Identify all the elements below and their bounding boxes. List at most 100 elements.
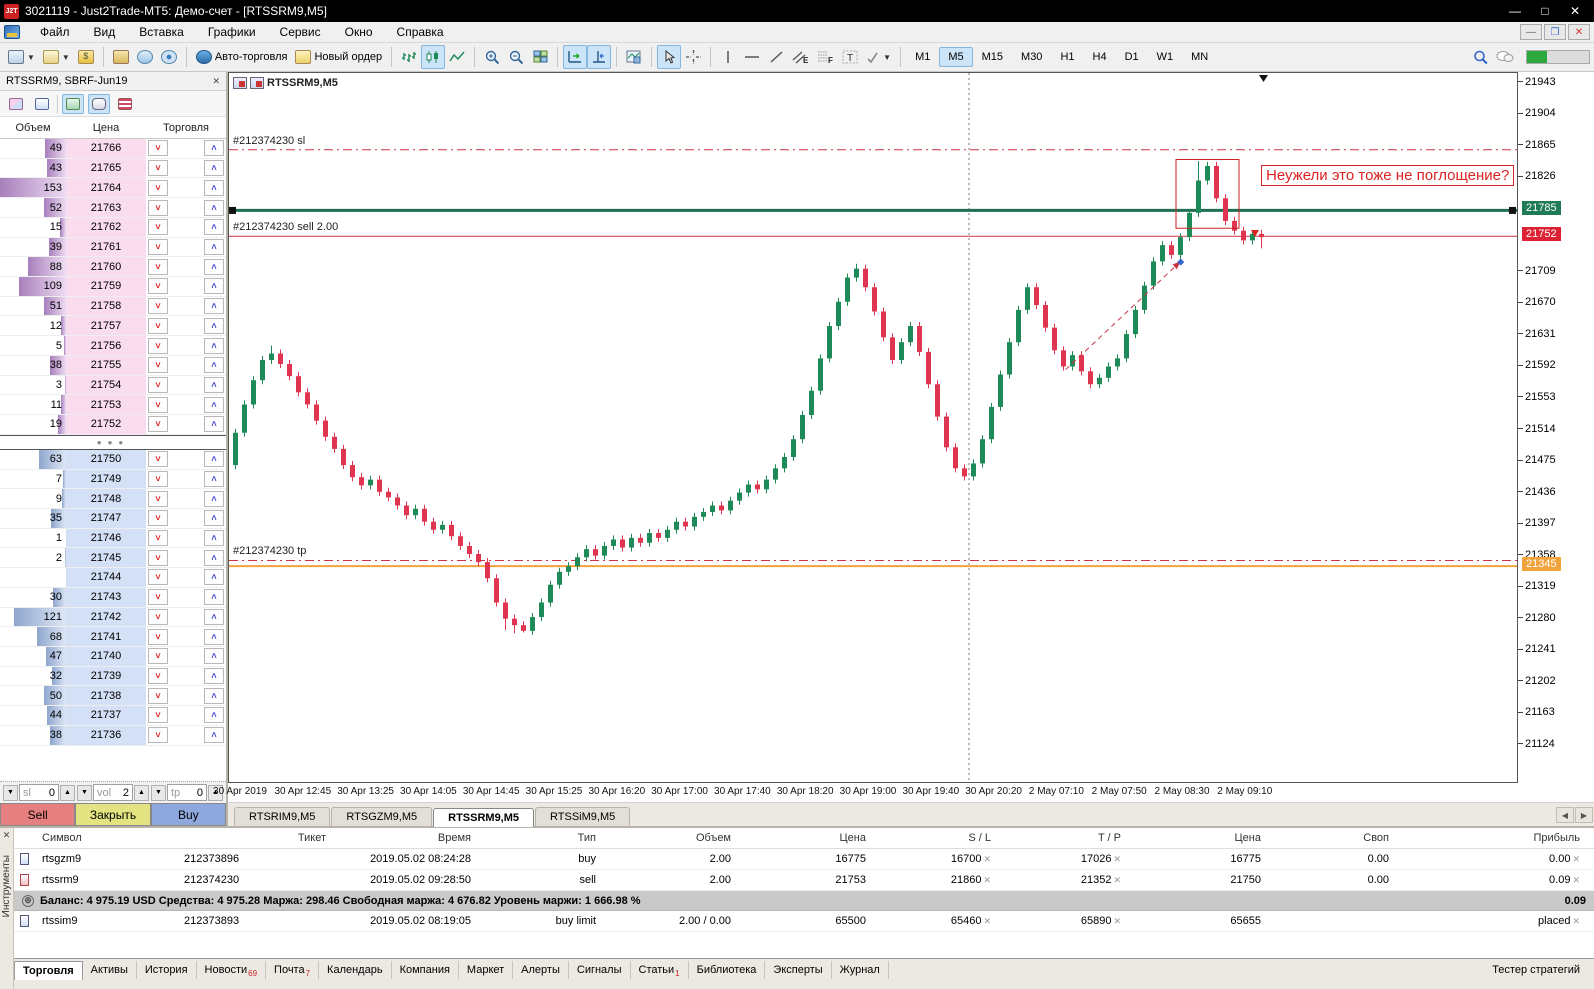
dom-price-cell[interactable]: 21745 xyxy=(66,548,146,568)
menu-item-Вставка[interactable]: Вставка xyxy=(127,23,196,41)
dom-sell-arrow-button[interactable]: ˅ xyxy=(148,549,168,566)
candles-chart-button[interactable] xyxy=(421,45,446,69)
timeframe-M1[interactable]: M1 xyxy=(906,47,939,67)
dom-buy-arrow-button[interactable]: ˄ xyxy=(204,140,224,157)
dom-sell-arrow-button[interactable]: ˅ xyxy=(148,608,168,625)
dom-sell-arrow-button[interactable]: ˅ xyxy=(148,589,168,606)
dom-depth-toggle-button[interactable] xyxy=(88,93,110,114)
dom-buy-arrow-button[interactable]: ˄ xyxy=(204,238,224,255)
timeframe-D1[interactable]: D1 xyxy=(1116,47,1148,67)
time-axis[interactable]: 30 Apr 2019 30 Apr 12:45 30 Apr 13:25 30 Ap… xyxy=(213,783,1594,803)
toolbox-close-icon[interactable]: ✕ xyxy=(3,830,11,841)
chart-text-annotation[interactable]: Неужели это тоже не поглощение? xyxy=(1261,165,1515,186)
toolbox-tab-Маркет[interactable]: Маркет xyxy=(459,961,514,979)
tp-value[interactable]: 0 xyxy=(197,787,203,799)
dom-price-cell[interactable]: 21738 xyxy=(66,686,146,706)
dom-buy-arrow-button[interactable]: ˄ xyxy=(204,258,224,275)
table-row[interactable]: rtsgzm9 212373896 2019.05.02 08:24:28 buy 2.… xyxy=(14,849,1594,870)
chart-tab-RTSSiM9,M5[interactable]: RTSSiM9,M5 xyxy=(535,807,631,826)
dom-price-cell[interactable]: 21747 xyxy=(66,508,146,528)
dom-price-cell[interactable]: 21759 xyxy=(66,277,146,296)
toolbox-tab-Новости[interactable]: Новости 69 xyxy=(197,961,267,979)
timeframe-H4[interactable]: H4 xyxy=(1084,47,1116,67)
chart-shift-button[interactable] xyxy=(587,45,612,69)
dom-buy-arrow-button[interactable]: ˄ xyxy=(204,569,224,586)
toolbox-tab-Компания[interactable]: Компания xyxy=(392,961,459,979)
line-chart-button[interactable] xyxy=(445,45,469,69)
dom-buy-arrow-button[interactable]: ˄ xyxy=(204,219,224,236)
dom-buy-arrow-button[interactable]: ˄ xyxy=(204,376,224,393)
dom-sell-arrow-button[interactable]: ˅ xyxy=(148,357,168,374)
timeframe-M5[interactable]: M5 xyxy=(939,47,973,67)
dom-buy-arrow-button[interactable]: ˄ xyxy=(204,396,224,413)
remove-tp-icon[interactable]: ✕ xyxy=(1113,854,1121,864)
dom-sell-arrow-button[interactable]: ˅ xyxy=(148,510,168,527)
dom-price-cell[interactable]: 21737 xyxy=(66,706,146,725)
price-axis[interactable]: 21943 21904 21865 21826 21709 21670 21631 21592… xyxy=(1518,72,1594,783)
dom-buy-arrow-button[interactable]: ˄ xyxy=(204,199,224,216)
toolbox-tab-Библиотека[interactable]: Библиотека xyxy=(689,961,766,979)
dom-sell-arrow-button[interactable]: ˅ xyxy=(148,416,168,433)
dom-sell-arrow-button[interactable]: ˅ xyxy=(148,258,168,275)
timeframe-M30[interactable]: M30 xyxy=(1012,47,1051,67)
remove-sl-icon[interactable]: ✕ xyxy=(983,916,991,926)
chart-tab-RTSSRM9,M5[interactable]: RTSSRM9,M5 xyxy=(433,808,535,827)
chart-tab-RTSGZM9,M5[interactable]: RTSGZM9,M5 xyxy=(331,807,433,826)
chart-tabs-scroll-left-icon[interactable]: ◀ xyxy=(1556,807,1574,823)
dom-price-cell[interactable]: 21753 xyxy=(66,395,146,415)
dom-price-cell[interactable]: 21746 xyxy=(66,528,146,548)
arrows-tool-button[interactable]: ▼ xyxy=(862,45,895,69)
dom-sell-arrow-button[interactable]: ˅ xyxy=(148,727,168,744)
dom-sell-arrow-button[interactable]: ˅ xyxy=(148,140,168,157)
dom-sell-arrow-button[interactable]: ˅ xyxy=(148,199,168,216)
mdi-restore-button[interactable]: ❐ xyxy=(1544,24,1566,40)
dom-price-cell[interactable]: 21742 xyxy=(66,607,146,627)
dom-sell-arrow-button[interactable]: ˅ xyxy=(148,337,168,354)
dom-buy-arrow-button[interactable]: ˄ xyxy=(204,179,224,196)
dom-price-cell[interactable]: 21736 xyxy=(66,725,146,745)
timeframe-M15[interactable]: M15 xyxy=(973,47,1012,67)
mdi-minimize-button[interactable]: — xyxy=(1520,24,1542,40)
dom-price-cell[interactable]: 21741 xyxy=(66,627,146,646)
dom-buy-arrow-button[interactable]: ˄ xyxy=(204,648,224,665)
dom-sell-arrow-button[interactable]: ˅ xyxy=(148,317,168,334)
dom-buy-arrow-button[interactable]: ˄ xyxy=(204,589,224,606)
crosshair-tool-button[interactable] xyxy=(681,45,705,69)
tile-windows-button[interactable] xyxy=(528,45,552,69)
dom-sell-arrow-button[interactable]: ˅ xyxy=(148,396,168,413)
close-trade-icon[interactable]: ✕ xyxy=(1572,916,1580,926)
table-row[interactable]: rtssim9 212373893 2019.05.02 08:19:05 buy l… xyxy=(14,911,1594,932)
menu-item-Сервис[interactable]: Сервис xyxy=(268,23,333,41)
chart-oneclick-mini-icon[interactable] xyxy=(250,77,264,89)
dom-buy-arrow-button[interactable]: ˄ xyxy=(204,668,224,685)
dom-sell-arrow-button[interactable]: ˅ xyxy=(148,238,168,255)
timeframe-MN[interactable]: MN xyxy=(1182,47,1217,67)
volume-value[interactable]: 2 xyxy=(123,787,129,799)
sl-increase-button[interactable]: ▲ xyxy=(60,784,75,801)
close-button[interactable]: ✕ xyxy=(1560,2,1590,20)
buy-button[interactable]: Buy xyxy=(150,803,226,826)
remove-tp-icon[interactable]: ✕ xyxy=(1113,916,1121,926)
timeframe-H1[interactable]: H1 xyxy=(1051,47,1083,67)
candlestick-chart[interactable]: RTSSRM9,M5 Неужели это тоже не поглощени… xyxy=(228,72,1518,783)
dom-buy-arrow-button[interactable]: ˄ xyxy=(204,608,224,625)
close-trade-icon[interactable]: ✕ xyxy=(1572,875,1580,885)
dom-buy-arrow-button[interactable]: ˄ xyxy=(204,549,224,566)
dom-price-cell[interactable]: 21761 xyxy=(66,237,146,257)
dom-buy-arrow-button[interactable]: ˄ xyxy=(204,727,224,744)
toolbox-tab-Статьи[interactable]: Статьи 1 xyxy=(631,961,689,979)
dom-sell-arrow-button[interactable]: ˅ xyxy=(148,160,168,177)
search-button[interactable] xyxy=(1468,45,1492,69)
algo-trading-button[interactable]: Авто-торговля xyxy=(192,45,292,69)
dom-price-cell[interactable]: 21763 xyxy=(66,198,146,217)
tp-decrease-button[interactable]: ▼ xyxy=(151,784,166,801)
trendline-tool-button[interactable] xyxy=(764,45,788,69)
dom-sell-arrow-button[interactable]: ˅ xyxy=(148,490,168,507)
zoom-in-button[interactable] xyxy=(480,45,504,69)
new-order-button[interactable]: Новый ордер xyxy=(291,45,386,69)
dom-price-cell[interactable]: 21765 xyxy=(66,158,146,178)
remove-sl-icon[interactable]: ✕ xyxy=(983,875,991,885)
auto-scroll-button[interactable] xyxy=(563,45,588,69)
menu-item-Файл[interactable]: Файл xyxy=(28,23,82,41)
dom-buy-arrow-button[interactable]: ˄ xyxy=(204,530,224,547)
